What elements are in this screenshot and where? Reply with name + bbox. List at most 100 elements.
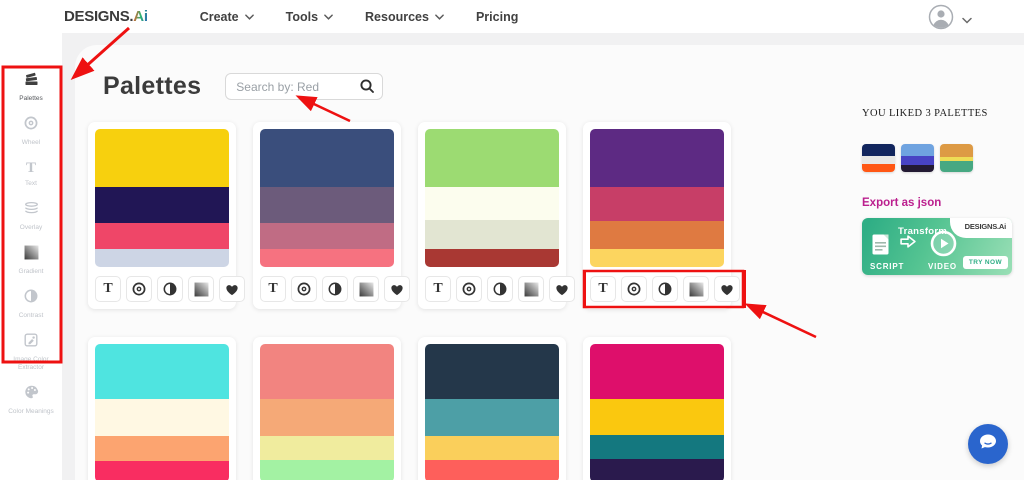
card-action-like-button[interactable] — [549, 276, 575, 302]
card-action-text-button[interactable]: T — [425, 276, 451, 302]
liked-palette-thumbnail[interactable] — [901, 144, 934, 172]
palette-color-stripe[interactable] — [95, 399, 229, 436]
sidebar-item-overlay[interactable]: Overlay — [2, 200, 60, 232]
sidebar-item-wheel[interactable]: Wheel — [2, 115, 60, 147]
palette-color-stripe[interactable] — [590, 399, 724, 435]
card-action-like-button[interactable] — [219, 276, 245, 302]
palette-color-stripe[interactable] — [425, 399, 559, 436]
palette-color-stripe[interactable] — [95, 129, 229, 187]
palette-card: T — [418, 122, 566, 309]
main-menu: Create Tools Resources Pricing — [200, 10, 519, 24]
palette-color-stripe[interactable] — [260, 460, 394, 480]
brand-logo[interactable]: DESIGNS.Ai — [64, 8, 148, 25]
palette-color-stripe[interactable] — [425, 220, 559, 249]
card-action-like-button[interactable] — [384, 276, 410, 302]
palette-card: T — [88, 337, 236, 480]
liked-palette-color — [862, 156, 895, 164]
palettes-icon — [23, 71, 40, 92]
palette-color-stripe[interactable] — [260, 223, 394, 249]
card-action-gradient-button[interactable] — [518, 276, 544, 302]
card-action-gradient-button[interactable] — [683, 276, 709, 302]
sidebar-item-label: Palettes — [19, 95, 43, 103]
card-action-text-button[interactable]: T — [260, 276, 286, 302]
sidebar-item-palettes[interactable]: Palettes — [2, 71, 60, 103]
card-action-like-button[interactable] — [714, 276, 740, 302]
palette-color-stripe[interactable] — [95, 187, 229, 223]
card-action-gradient-button[interactable] — [188, 276, 214, 302]
palette-color-stripe[interactable] — [425, 344, 559, 399]
sidebar-item-gradient[interactable]: Gradient — [2, 245, 60, 276]
promo-banner[interactable]: DESIGNS.Ai Transform SCRIPT VIDEO TRY NO… — [862, 218, 1012, 275]
palette-color-stripe[interactable] — [260, 129, 394, 187]
palette-color-stripe[interactable] — [260, 399, 394, 436]
sidebar-item-color-meanings[interactable]: Color Meanings — [2, 384, 60, 416]
nav-item-pricing[interactable]: Pricing — [476, 10, 518, 24]
sidebar-item-label: Image Color Extractor — [2, 356, 60, 372]
card-action-text-button[interactable]: T — [95, 276, 121, 302]
palette-swatches — [425, 344, 559, 480]
card-action-contrast-button[interactable] — [487, 276, 513, 302]
palette-card: T — [253, 337, 401, 480]
sidebar-item-label: Wheel — [22, 139, 40, 147]
liked-palette-color — [901, 144, 934, 156]
gradient-icon — [194, 282, 209, 297]
overlay-icon — [23, 200, 40, 221]
palette-card-actions: T — [590, 276, 740, 302]
palette-color-stripe[interactable] — [425, 460, 559, 480]
palette-color-stripe[interactable] — [95, 223, 229, 249]
export-json-link[interactable]: Export as json — [862, 197, 941, 209]
palette-color-stripe[interactable] — [260, 436, 394, 459]
card-action-contrast-button[interactable] — [157, 276, 183, 302]
card-action-wheel-button[interactable] — [621, 276, 647, 302]
sidebar-item-image-color-extractor[interactable]: Image Color Extractor — [2, 332, 60, 372]
top-navbar: DESIGNS.Ai Create Tools Resources Pricing — [0, 0, 1024, 33]
liked-palette-thumbnail[interactable] — [862, 144, 895, 172]
nav-item-tools[interactable]: Tools — [286, 10, 333, 24]
sidebar-item-contrast[interactable]: Contrast — [2, 288, 60, 320]
card-action-wheel-button[interactable] — [456, 276, 482, 302]
sidebar-item-text[interactable]: TText — [2, 159, 60, 188]
palette-color-stripe[interactable] — [590, 249, 724, 267]
right-rail: YOU LIKED 3 PALETTES Export as json DESI… — [862, 108, 1022, 275]
palette-color-stripe[interactable] — [590, 129, 724, 187]
liked-palette-thumbnail[interactable] — [940, 144, 973, 172]
palette-color-stripe[interactable] — [95, 344, 229, 399]
palette-color-stripe[interactable] — [260, 187, 394, 223]
palette-color-stripe[interactable] — [590, 435, 724, 458]
palette-color-stripe[interactable] — [590, 459, 724, 480]
palette-color-stripe[interactable] — [95, 461, 229, 480]
gradient-icon — [524, 282, 539, 297]
palette-color-stripe[interactable] — [425, 436, 559, 459]
wheel-icon — [461, 281, 477, 297]
palette-color-stripe[interactable] — [425, 129, 559, 187]
card-action-gradient-button[interactable] — [353, 276, 379, 302]
palette-color-stripe[interactable] — [590, 187, 724, 222]
palette-color-stripe[interactable] — [95, 436, 229, 461]
account-menu-button[interactable] — [928, 4, 972, 35]
sidebar-item-label: Contrast — [19, 312, 44, 320]
search-icon[interactable] — [359, 78, 375, 99]
main-panel: Palettes TTTTTTTT YOU LIKED 3 PALETTES E… — [75, 45, 1024, 480]
card-action-contrast-button[interactable] — [652, 276, 678, 302]
chevron-down-icon — [435, 14, 444, 20]
palette-color-stripe[interactable] — [425, 187, 559, 220]
palette-color-stripe[interactable] — [260, 344, 394, 399]
card-action-contrast-button[interactable] — [322, 276, 348, 302]
card-action-wheel-button[interactable] — [291, 276, 317, 302]
card-action-wheel-button[interactable] — [126, 276, 152, 302]
palette-swatches — [590, 129, 724, 267]
nav-item-resources[interactable]: Resources — [365, 10, 444, 24]
chat-widget-button[interactable] — [968, 424, 1008, 464]
nav-item-create[interactable]: Create — [200, 10, 254, 24]
try-now-button[interactable]: TRY NOW — [963, 256, 1008, 269]
palette-color-stripe[interactable] — [590, 221, 724, 249]
card-action-text-button[interactable]: T — [590, 276, 616, 302]
brand-logo-text: DESIGNS. — [64, 8, 133, 25]
palette-card-actions: T — [425, 276, 575, 302]
liked-palette-color — [901, 156, 934, 165]
palette-color-stripe[interactable] — [590, 344, 724, 399]
palette-color-stripe[interactable] — [425, 249, 559, 267]
palette-color-stripe[interactable] — [260, 249, 394, 267]
palette-color-stripe[interactable] — [95, 249, 229, 267]
text-icon: T — [26, 159, 36, 177]
